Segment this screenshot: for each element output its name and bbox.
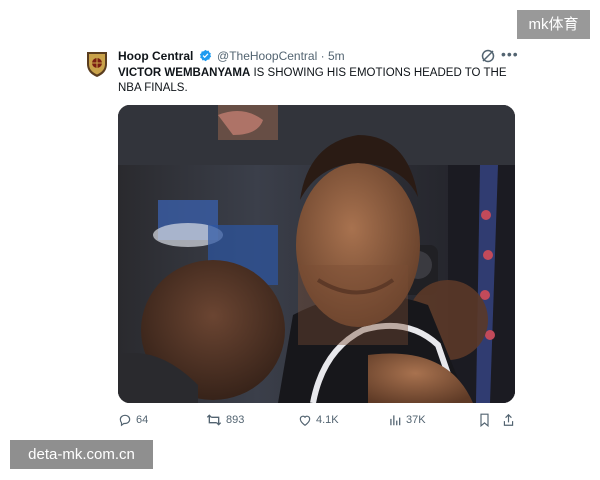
author-name[interactable]: Hoop Central (118, 49, 193, 63)
celebration-photo (118, 105, 515, 403)
tweet-header: Hoop Central @TheHoopCentral · 5m (118, 49, 345, 65)
more-icon[interactable]: ••• (501, 46, 519, 62)
share-icon (503, 413, 514, 426)
views-count: 37K (406, 414, 426, 426)
post-time[interactable]: 5m (328, 49, 345, 63)
watermark-bottom-left: deta-mk.com.cn (10, 440, 153, 469)
like-button[interactable]: 4.1K (298, 413, 339, 427)
bookmark-button[interactable] (478, 413, 491, 427)
watermark-top-right: mk体育 (517, 10, 590, 39)
grok-icon[interactable] (480, 48, 496, 64)
repost-icon (206, 414, 222, 426)
like-icon (299, 415, 311, 426)
reply-count: 64 (136, 414, 149, 426)
repost-button[interactable]: 893 (206, 413, 244, 427)
tweet-text: VICTOR WEMBANYAMA IS SHOWING HIS EMOTION… (118, 66, 513, 96)
tweet-photo[interactable] (118, 105, 515, 403)
team-logo-icon (87, 52, 107, 77)
avatar[interactable] (85, 50, 109, 78)
tweet-text-bold: VICTOR WEMBANYAMA (118, 67, 251, 79)
action-bar: 64 893 4.1K 37K (118, 413, 515, 433)
reply-button[interactable]: 64 (118, 413, 148, 427)
reply-icon (119, 414, 131, 427)
tweet-card[interactable]: Hoop Central @TheHoopCentral · 5m ••• VI… (85, 45, 520, 438)
views-icon (390, 415, 401, 426)
like-count: 4.1K (316, 414, 339, 426)
views-button[interactable]: 37K (388, 413, 426, 427)
share-button[interactable] (502, 413, 515, 427)
bookmark-icon (480, 413, 489, 427)
repost-count: 893 (226, 414, 245, 426)
author-handle[interactable]: @TheHoopCentral (217, 49, 317, 63)
separator-dot: · (320, 49, 325, 63)
verified-badge-icon (199, 49, 212, 65)
